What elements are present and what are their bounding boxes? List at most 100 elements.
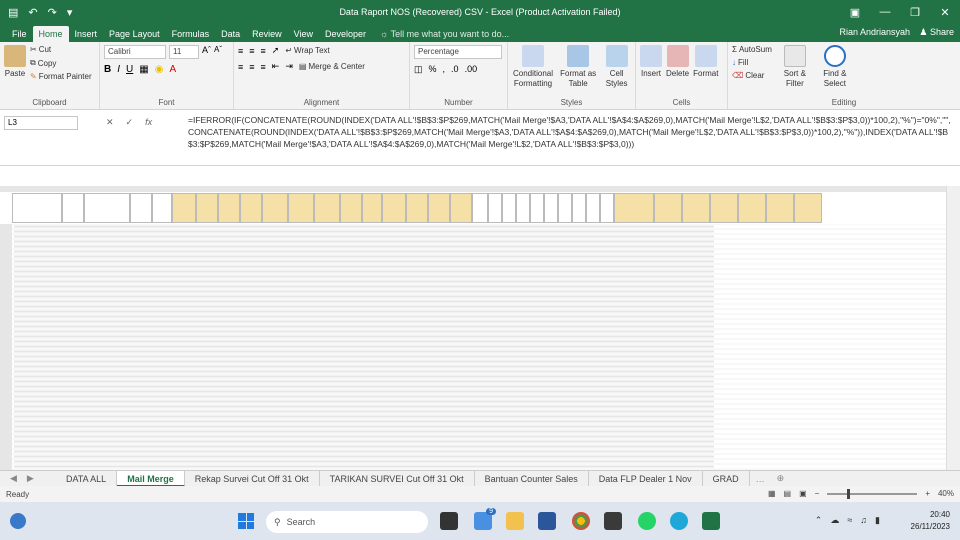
page-break-view-icon[interactable]: ▣	[799, 489, 807, 498]
header-cell[interactable]	[516, 193, 530, 223]
header-cell[interactable]	[196, 193, 218, 223]
header-cell[interactable]	[472, 193, 488, 223]
zoom-slider[interactable]	[827, 488, 918, 499]
enter-icon[interactable]: ✓	[126, 117, 134, 128]
zoom-level[interactable]: 40%	[938, 489, 954, 498]
header-cell[interactable]	[218, 193, 240, 223]
font-color-icon[interactable]: A	[169, 64, 176, 75]
shrink-font-icon[interactable]: Aˇ	[214, 45, 222, 59]
app-icon[interactable]: 9	[474, 508, 496, 530]
cancel-icon[interactable]: ✕	[106, 117, 114, 128]
save-icon[interactable]: ▤	[8, 6, 18, 19]
header-cell[interactable]	[614, 193, 654, 223]
sheet-tabs-more-icon[interactable]: …	[750, 474, 771, 484]
header-cell[interactable]	[544, 193, 558, 223]
header-cell[interactable]	[450, 193, 472, 223]
header-cell[interactable]	[766, 193, 794, 223]
tab-file[interactable]: File	[6, 26, 33, 42]
sheet-tab-mail-merge[interactable]: Mail Merge	[117, 470, 185, 487]
zoom-in-icon[interactable]: +	[925, 489, 930, 498]
header-cell[interactable]	[428, 193, 450, 223]
header-cell[interactable]	[488, 193, 502, 223]
copy-button[interactable]: ⧉ Copy	[30, 58, 92, 68]
sheet-tab-rekap-survei[interactable]: Rekap Survei Cut Off 31 Okt	[185, 470, 320, 487]
tab-page-layout[interactable]: Page Layout	[103, 26, 166, 42]
sheet-tab-grad[interactable]: GRAD	[703, 470, 750, 487]
fill-button[interactable]: ↓ Fill	[732, 58, 772, 67]
increase-decimal-icon[interactable]: .0	[451, 64, 459, 75]
header-cell[interactable]	[586, 193, 600, 223]
tab-home[interactable]: Home	[32, 26, 69, 42]
header-cell[interactable]	[12, 193, 62, 223]
edge-icon[interactable]	[670, 512, 688, 530]
currency-icon[interactable]: ◫	[414, 64, 423, 75]
page-layout-view-icon[interactable]: ▤	[784, 489, 792, 498]
header-cell[interactable]	[262, 193, 288, 223]
minimize-icon[interactable]: —	[870, 0, 900, 24]
windows-start-icon[interactable]	[238, 513, 254, 529]
customize-qat-icon[interactable]: ▾	[67, 6, 73, 19]
header-cell[interactable]	[62, 193, 84, 223]
sheet-tab-tarikan-survei[interactable]: TARIKAN SURVEI Cut Off 31 Okt	[320, 470, 475, 487]
next-sheet-icon[interactable]: ▶	[27, 473, 34, 484]
excel-taskbar-icon[interactable]	[702, 512, 720, 530]
header-cell[interactable]	[340, 193, 362, 223]
header-cell[interactable]	[738, 193, 766, 223]
formula-input[interactable]: =IFERROR(IF(CONCATENATE(ROUND(INDEX('DAT…	[188, 114, 954, 150]
tab-review[interactable]: Review	[246, 26, 288, 42]
add-sheet-icon[interactable]: ⊕	[771, 473, 791, 484]
clock[interactable]: 20:40 26/11/2023	[911, 509, 950, 533]
tab-insert[interactable]: Insert	[69, 26, 104, 42]
header-cell[interactable]	[382, 193, 406, 223]
wrap-text-button[interactable]: ↵ Wrap Text	[285, 46, 329, 55]
close-icon[interactable]: ✕	[930, 0, 960, 24]
grow-font-icon[interactable]: Aˆ	[202, 45, 211, 59]
clear-button[interactable]: ⌫ Clear	[732, 71, 772, 80]
header-cell[interactable]	[654, 193, 682, 223]
align-center-icon[interactable]: ≡	[249, 62, 254, 72]
border-icon[interactable]: ▦	[139, 64, 148, 75]
share-button[interactable]: ♟ Share	[919, 27, 954, 38]
sheet-tab-bantuan-counter[interactable]: Bantuan Counter Sales	[475, 470, 589, 487]
underline-icon[interactable]: U	[126, 64, 133, 75]
header-cell[interactable]	[288, 193, 314, 223]
notes-app-icon[interactable]	[604, 512, 622, 530]
header-cell[interactable]	[600, 193, 614, 223]
tab-data[interactable]: Data	[215, 26, 246, 42]
align-middle-icon[interactable]: ≡	[249, 46, 254, 56]
redo-icon[interactable]: ↷	[48, 6, 57, 19]
header-cell[interactable]	[240, 193, 262, 223]
whatsapp-icon[interactable]	[638, 512, 656, 530]
header-cell[interactable]	[172, 193, 196, 223]
zoom-out-icon[interactable]: −	[815, 489, 820, 498]
italic-icon[interactable]: I	[117, 64, 120, 75]
font-name-select[interactable]: Calibri	[104, 45, 166, 59]
cut-button[interactable]: ✂ Cut	[30, 45, 92, 54]
number-format-select[interactable]: Percentage	[414, 45, 502, 59]
tab-view[interactable]: View	[288, 26, 319, 42]
sheet-tab-data-flp[interactable]: Data FLP Dealer 1 Nov	[589, 470, 703, 487]
sheet-tab-data-all[interactable]: DATA ALL	[56, 470, 118, 487]
widgets-icon[interactable]	[10, 513, 26, 529]
autosum-button[interactable]: Σ AutoSum	[732, 45, 772, 54]
increase-indent-icon[interactable]: ⇥	[285, 61, 293, 72]
zoom-thumb[interactable]	[847, 488, 851, 499]
percent-icon[interactable]: %	[429, 64, 437, 75]
cloud-icon[interactable]: ☁	[830, 515, 839, 526]
paste-button[interactable]: Paste	[4, 45, 26, 85]
user-name[interactable]: Rian Andriansyah	[839, 27, 910, 37]
normal-view-icon[interactable]: ▦	[768, 489, 776, 498]
format-painter-button[interactable]: ✎ Format Painter	[30, 72, 92, 81]
header-cell[interactable]	[682, 193, 710, 223]
bold-icon[interactable]: B	[104, 64, 111, 75]
decrease-indent-icon[interactable]: ⇤	[272, 61, 280, 72]
taskbar-search[interactable]: ⚲ Search	[266, 511, 428, 533]
name-box[interactable]: L3	[4, 116, 78, 130]
wifi-icon[interactable]: ≈	[847, 515, 852, 526]
word-icon[interactable]	[538, 512, 556, 530]
header-cell[interactable]	[502, 193, 516, 223]
fill-color-icon[interactable]: ◉	[155, 64, 164, 75]
font-size-select[interactable]: 11	[169, 45, 199, 59]
header-cell[interactable]	[84, 193, 130, 223]
speaker-icon[interactable]: ♫	[860, 515, 867, 526]
